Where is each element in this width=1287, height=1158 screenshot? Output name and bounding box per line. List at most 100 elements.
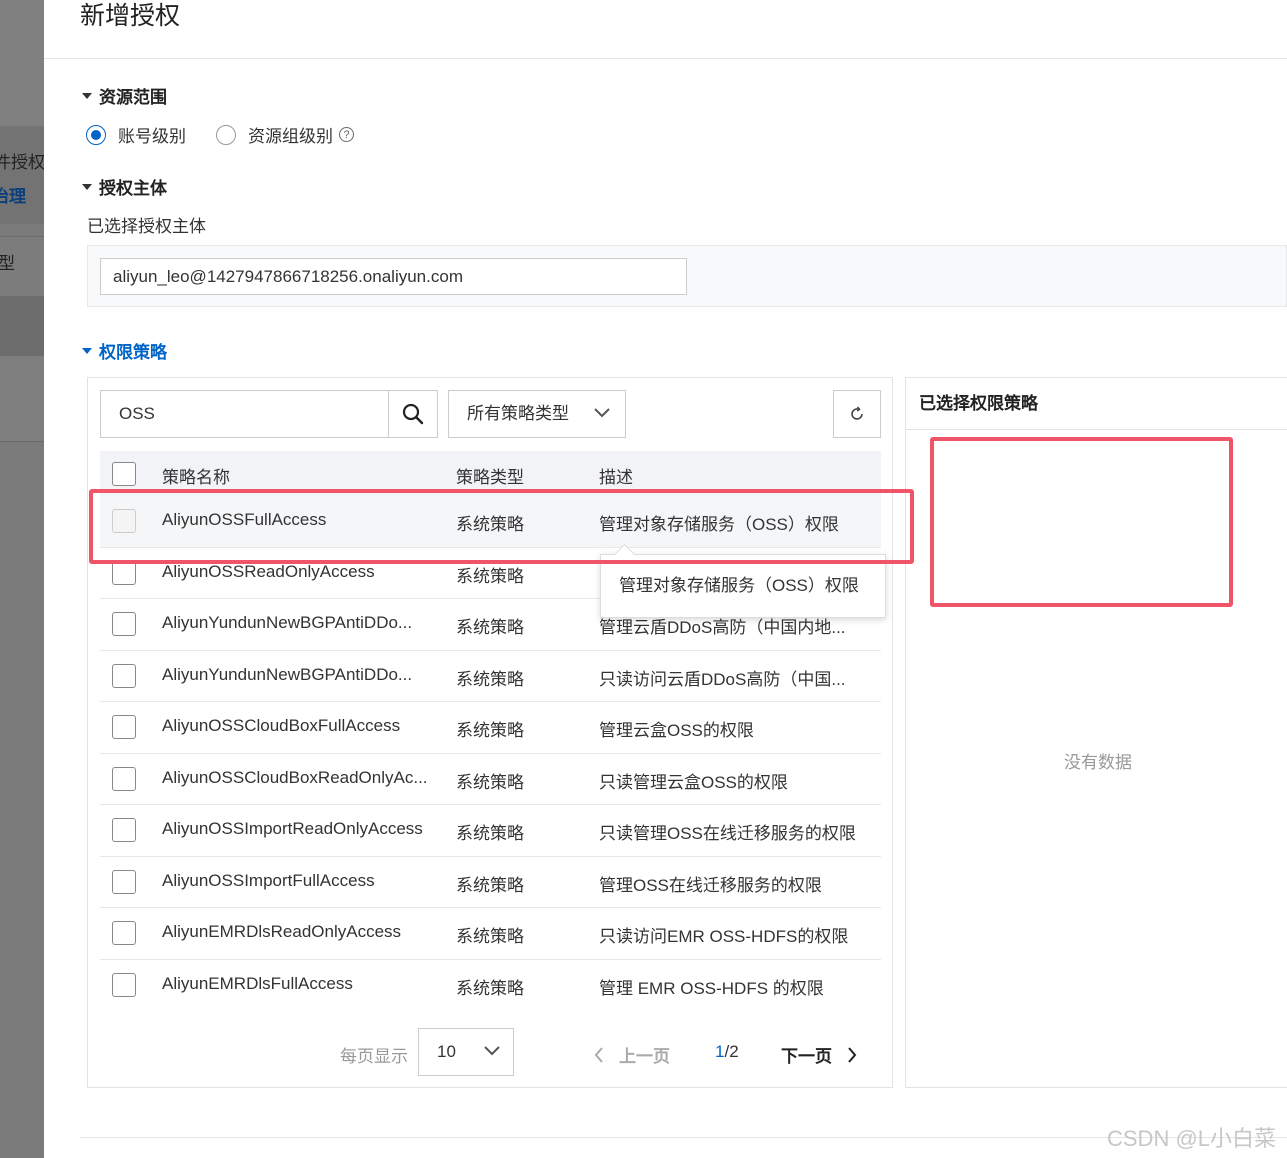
policy-search-input[interactable]: OSS [119,391,155,437]
policy-name: AliyunOSSCloudBoxFullAccess [162,716,401,735]
selected-policies-heading: 已选择权限策略 [906,378,1287,430]
table-row[interactable]: AliyunOSSImportReadOnlyAccess 系统策略 只读管理O… [100,805,881,857]
per-page-label: 每页显示 [340,1047,408,1066]
pagination: 每页显示 10 上一页 1/2 下一页 [88,1028,894,1076]
table-row[interactable]: AliyunEMRDlsReadOnlyAccess 系统策略 只读访问EMR … [100,908,881,960]
row-checkbox[interactable] [112,560,136,585]
principal-section-toggle[interactable]: 授权主体 [82,174,167,199]
column-header-type[interactable]: 策略类型 [456,463,556,488]
footer-divider [80,1137,1287,1138]
row-checkbox[interactable] [112,869,136,894]
title-divider [44,58,1287,59]
chevron-down-icon [594,408,610,418]
principal-box: aliyun_leo@1427947866718256.onaliyun.com [87,245,1287,307]
policy-name: AliyunEMRDlsFullAccess [162,973,353,993]
policy-list-panel: OSS 所有策略类型 策略名称 策略类型 描述 AliyunOSSFullAcc… [87,377,893,1088]
policy-type-select-value: 所有策略类型 [467,404,569,423]
policy-name: AliyunOSSImportFullAccess [162,870,375,890]
table-row[interactable]: AliyunOSSCloudBoxFullAccess 系统策略 管理云盒OSS… [100,702,881,754]
row-checkbox[interactable] [112,663,136,688]
caret-down-icon [82,92,92,99]
policy-type: 系统策略 [456,772,524,792]
row-checkbox[interactable] [112,715,136,739]
resource-scope-radio-group: 账号级别 资源组级别 ? [86,122,354,147]
policy-desc: 管理云盒OSS的权限 [599,721,754,740]
table-row[interactable]: AliyunOSSImportFullAccess 系统策略 管理OSS在线迁移… [100,857,881,908]
search-icon [402,403,424,425]
caret-down-icon [82,347,92,354]
policy-desc: 只读访问云盾DDoS高防（中国... [599,669,846,689]
caret-down-icon [82,183,92,190]
policy-name: AliyunOSSReadOnlyAccess [162,561,375,581]
policy-name: AliyunYundunNewBGPAntiDDo... [162,664,413,684]
per-page-select[interactable]: 10 [418,1028,514,1076]
resource-group-level-radio[interactable] [216,124,236,145]
per-page-value: 10 [437,1042,456,1061]
account-level-label[interactable]: 账号级别 [118,122,186,147]
policy-type: 系统策略 [456,721,524,740]
table-row[interactable]: AliyunEMRDlsFullAccess 系统策略 管理 EMR OSS-H… [100,960,881,1012]
policy-type: 系统策略 [456,978,524,998]
policy-desc: 只读管理OSS在线迁移服务的权限 [599,824,856,843]
background-page: 件授权 治理 型 [0,0,44,1158]
background-block [0,126,44,224]
policy-desc: 只读管理云盒OSS的权限 [599,772,788,792]
page-indicator: 1/2 [715,1042,739,1062]
watermark: CSDN @L小白菜 [1107,1126,1277,1151]
policy-type: 系统策略 [456,824,524,843]
policy-type: 系统策略 [456,875,524,895]
chevron-down-icon [484,1046,500,1056]
drawer-title: 新增授权 [80,2,181,30]
policies-heading: 权限策略 [99,343,167,362]
policy-search[interactable]: OSS [100,390,438,438]
policy-name: AliyunOSSImportReadOnlyAccess [162,819,423,838]
policy-type: 系统策略 [456,927,524,946]
table-row[interactable]: AliyunOSSCloudBoxReadOnlyAc... 系统策略 只读管理… [100,754,881,805]
row-checkbox[interactable] [112,921,136,945]
table-row[interactable]: AliyunYundunNewBGPAntiDDo... 系统策略 只读访问云盾… [100,651,881,702]
column-header-name[interactable]: 策略名称 [162,463,434,488]
refresh-button[interactable] [833,390,881,438]
principal-input[interactable]: aliyun_leo@1427947866718256.onaliyun.com [100,258,687,295]
policy-type: 系统策略 [456,618,524,637]
policy-type-select[interactable]: 所有策略类型 [448,390,626,438]
row-checkbox[interactable] [112,612,136,636]
background-block [0,0,44,126]
background-text: 治理 [0,187,26,206]
prev-page-button[interactable]: 上一页 [593,1042,670,1067]
background-text: 型 [0,254,15,273]
resource-scope-heading: 资源范围 [99,88,167,107]
next-page-label: 下一页 [781,1047,832,1066]
page-total: /2 [724,1042,739,1061]
prev-page-label: 上一页 [619,1047,670,1066]
refresh-icon [851,406,863,420]
resource-group-level-label[interactable]: 资源组级别 [248,122,333,147]
policy-desc: 管理 EMR OSS-HDFS 的权限 [599,978,824,998]
policy-name: AliyunOSSCloudBoxReadOnlyAc... [162,767,428,787]
policy-name: AliyunYundunNewBGPAntiDDo... [162,613,413,632]
highlight-annotation [89,489,914,564]
empty-state-text: 没有数据 [1064,753,1132,772]
policy-desc: 管理OSS在线迁移服务的权限 [599,875,822,895]
background-block [0,296,44,356]
help-icon[interactable]: ? [339,127,354,142]
search-button[interactable] [388,391,437,437]
policy-type: 系统策略 [456,566,524,586]
policy-name: AliyunEMRDlsReadOnlyAccess [162,922,402,941]
policy-desc: 只读访问EMR OSS-HDFS的权限 [599,927,849,946]
column-header-desc: 描述 [599,468,633,487]
policies-section-toggle[interactable]: 权限策略 [82,338,167,363]
background-text: 件授权 [0,153,44,172]
resource-scope-section-toggle[interactable]: 资源范围 [82,83,167,108]
row-checkbox[interactable] [112,766,136,791]
account-level-radio[interactable] [86,124,106,145]
row-checkbox[interactable] [112,818,136,842]
policy-type: 系统策略 [456,669,524,689]
next-page-button[interactable]: 下一页 [781,1042,858,1067]
row-checkbox[interactable] [112,972,136,997]
selected-principal-label: 已选择授权主体 [87,217,206,236]
select-all-checkbox[interactable] [112,462,136,486]
principal-heading: 授权主体 [99,179,167,198]
background-block [0,356,44,442]
highlight-annotation [930,437,1233,607]
